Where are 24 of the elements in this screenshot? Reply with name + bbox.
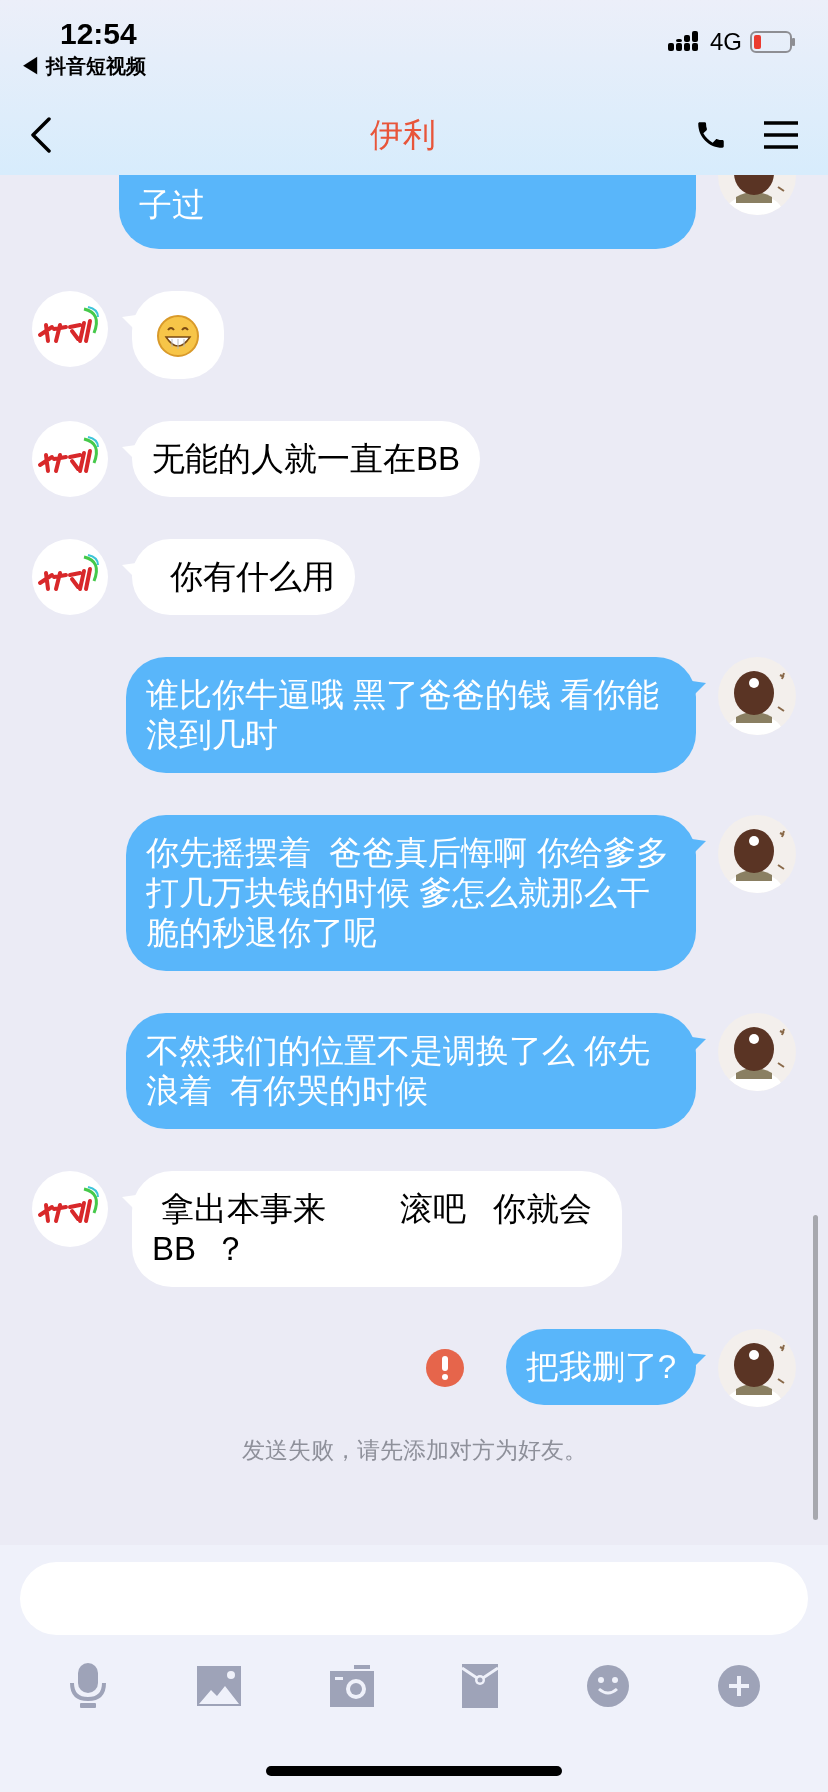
status-time: 12:54	[59, 16, 138, 52]
message-text: 拿出本事来 滚吧 你就会BB ？	[152, 1189, 594, 1269]
message-text: 你有什么用	[169, 557, 336, 597]
message-text: 子过	[139, 185, 206, 225]
chat-title: 伊利	[369, 115, 436, 156]
image-icon[interactable]	[196, 1666, 241, 1706]
grinning-emoji-icon	[156, 313, 200, 357]
message-text: 不然我们的位置不是调换了么 你先浪着 有你哭的时候	[146, 1031, 652, 1111]
message-text: 你先摇摆着 爸爸真后悔啊 你给爹多打几万块钱的时候 爹怎么就那么干脆的秒退你了呢	[146, 833, 670, 953]
message-text: 把我删了?	[525, 1347, 676, 1387]
battery-icon	[750, 31, 796, 53]
plus-icon[interactable]	[718, 1665, 760, 1707]
message-text: 无能的人就一直在BB	[152, 439, 461, 479]
network-label: 4G	[710, 28, 742, 56]
send-failed-notice: 发送失败，请先添加对方为好友。	[241, 1436, 587, 1465]
back-icon[interactable]	[30, 117, 52, 153]
smile-icon[interactable]	[587, 1665, 630, 1707]
back-to-app-link[interactable]: ◀ 抖音短视频	[20, 52, 146, 80]
menu-icon[interactable]	[764, 121, 798, 149]
microphone-icon[interactable]	[68, 1663, 108, 1709]
message-text: 谁比你牛逼哦 黑了爸爸的钱 看你能浪到几时	[146, 675, 661, 755]
envelope-icon[interactable]	[462, 1664, 499, 1708]
send-failed-icon[interactable]	[425, 1349, 464, 1387]
camera-icon[interactable]	[329, 1665, 374, 1707]
